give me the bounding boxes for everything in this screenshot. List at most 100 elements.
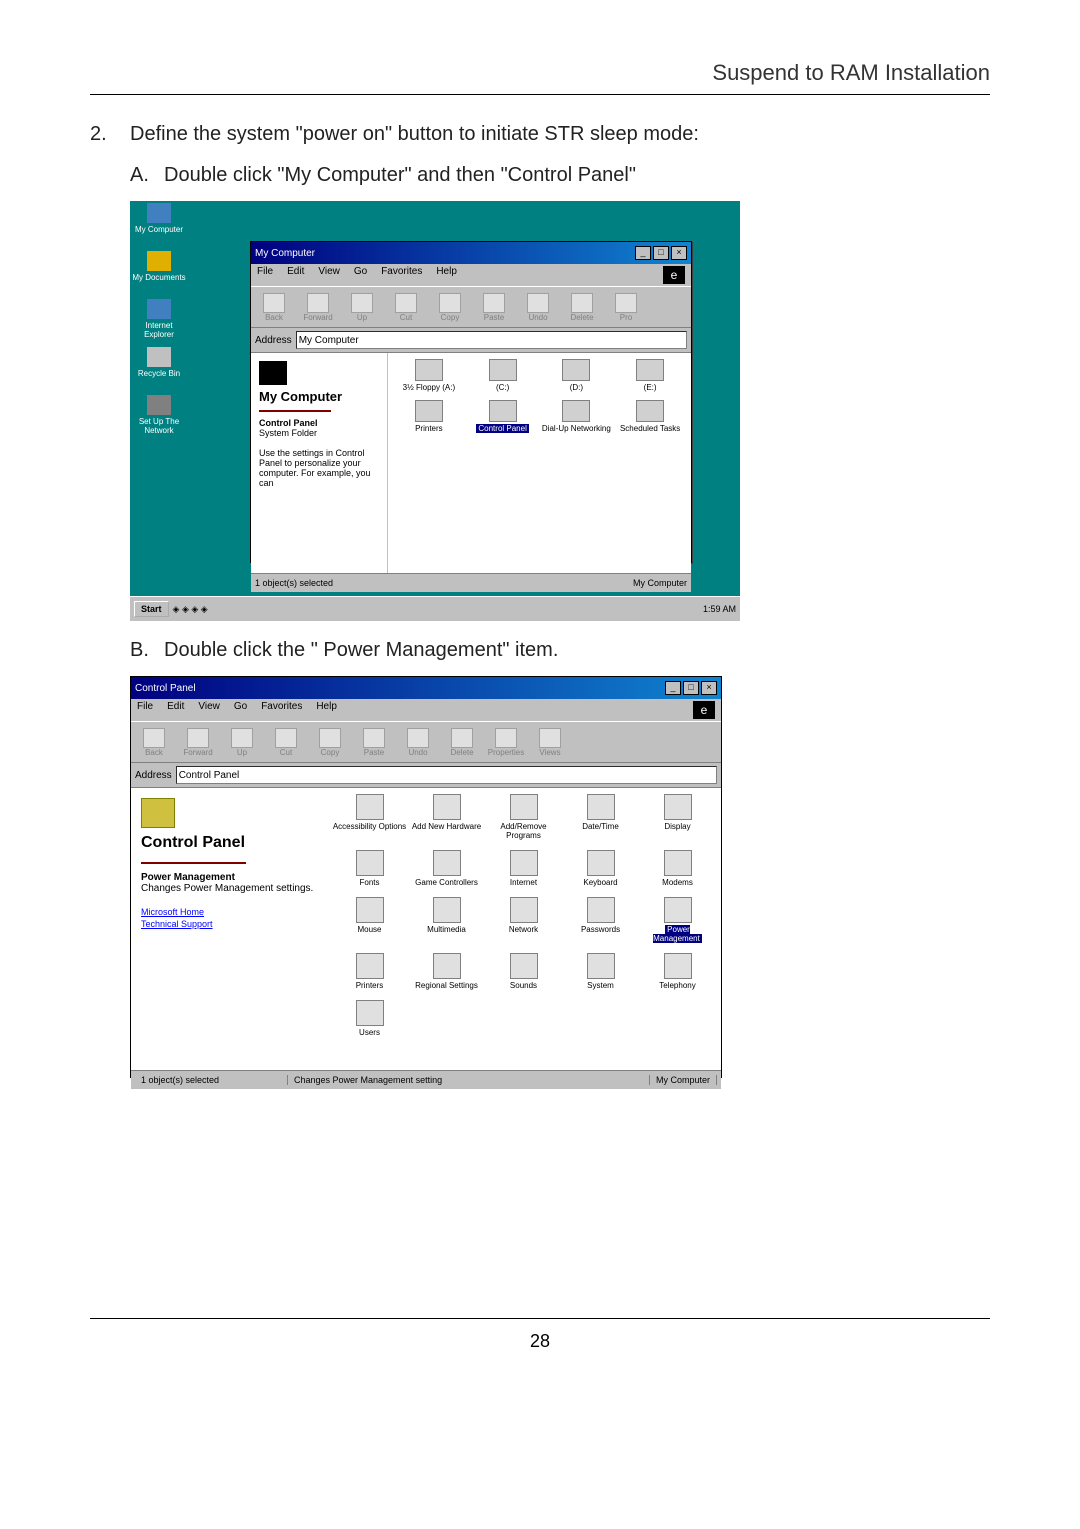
desktop-icon[interactable]: Set Up The Network: [132, 395, 186, 435]
toolbar-button[interactable]: Paste: [475, 293, 513, 322]
minimize-button[interactable]: _: [635, 246, 651, 260]
folder-item[interactable]: Dial-Up Networking: [542, 400, 612, 433]
toolbar-button[interactable]: Up: [223, 728, 261, 757]
close-button[interactable]: ×: [701, 681, 717, 695]
menu-item[interactable]: Favorites: [261, 701, 302, 719]
minimize-button[interactable]: _: [665, 681, 681, 695]
control-panel-icon: [141, 798, 175, 828]
ms-home-link[interactable]: Microsoft Home: [141, 907, 316, 917]
control-panel-item[interactable]: Fonts: [332, 850, 407, 887]
toolbar-button[interactable]: Back: [255, 293, 293, 322]
folder-item[interactable]: Control Panel: [468, 400, 538, 433]
desktop-icon[interactable]: My Computer: [132, 203, 186, 234]
header-rule: [90, 94, 990, 95]
control-panel-item[interactable]: Printers: [332, 953, 407, 990]
control-panel-item[interactable]: Accessibility Options: [332, 794, 407, 840]
left-pane: Control Panel Power Management Changes P…: [131, 788, 326, 1070]
control-panel-item[interactable]: Display: [640, 794, 715, 840]
control-panel-item[interactable]: Network: [486, 897, 561, 943]
page-number: 28: [90, 1331, 990, 1352]
menu-item[interactable]: Edit: [167, 701, 184, 719]
toolbar-button[interactable]: Delete: [563, 293, 601, 322]
desktop-icon[interactable]: Recycle Bin: [132, 347, 186, 378]
substep-a: A. Double click "My Computer" and then "…: [130, 164, 990, 187]
control-panel-item[interactable]: Regional Settings: [409, 953, 484, 990]
toolbar-button[interactable]: Views: [531, 728, 569, 757]
left-sub1: Control Panel: [259, 418, 379, 428]
menu-item[interactable]: Edit: [287, 266, 304, 284]
control-panel-item[interactable]: Add/Remove Programs: [486, 794, 561, 840]
menu-item[interactable]: Help: [436, 266, 457, 284]
control-panel-item[interactable]: Internet: [486, 850, 561, 887]
desktop-icon[interactable]: My Documents: [132, 251, 186, 282]
left-heading: Control Panel: [141, 834, 316, 852]
address-label: Address: [255, 335, 292, 346]
window-title: My Computer: [255, 248, 315, 259]
menu-item[interactable]: Help: [316, 701, 337, 719]
tech-support-link[interactable]: Technical Support: [141, 919, 316, 929]
folder-item[interactable]: 3½ Floppy (A:): [394, 359, 464, 392]
menu-item[interactable]: File: [137, 701, 153, 719]
control-panel-item[interactable]: Sounds: [486, 953, 561, 990]
toolbar: BackForwardUpCutCopyPasteUndoDeletePro: [251, 286, 691, 328]
toolbar-button[interactable]: Copy: [311, 728, 349, 757]
menu-item[interactable]: Favorites: [381, 266, 422, 284]
address-bar: Address: [251, 328, 691, 353]
toolbar-button[interactable]: Properties: [487, 728, 525, 757]
icon-grid: Accessibility OptionsAdd New HardwareAdd…: [332, 794, 715, 1037]
toolbar-button[interactable]: Cut: [267, 728, 305, 757]
desktop-screenshot: My Computer My Documents Internet Explorer…: [130, 201, 740, 621]
address-input[interactable]: [176, 766, 717, 784]
toolbar-button[interactable]: Undo: [399, 728, 437, 757]
control-panel-item[interactable]: Passwords: [563, 897, 638, 943]
my-computer-window: My Computer _ □ × File Edit View Go Favorite…: [250, 241, 692, 563]
folder-item[interactable]: (E:): [615, 359, 685, 392]
start-button[interactable]: Start: [134, 601, 169, 617]
step-2: 2. Define the system "power on" button t…: [90, 123, 990, 146]
toolbar-button[interactable]: Pro: [607, 293, 645, 322]
toolbar-button[interactable]: Up: [343, 293, 381, 322]
control-panel-item[interactable]: System: [563, 953, 638, 990]
toolbar-button[interactable]: Delete: [443, 728, 481, 757]
menu-item[interactable]: Go: [354, 266, 367, 284]
control-panel-item[interactable]: Multimedia: [409, 897, 484, 943]
folder-item[interactable]: (D:): [542, 359, 612, 392]
throbber-icon: e: [693, 701, 715, 719]
folder-item[interactable]: Printers: [394, 400, 464, 433]
address-input[interactable]: [296, 331, 687, 349]
control-panel-item[interactable]: Modems: [640, 850, 715, 887]
toolbar-button[interactable]: Undo: [519, 293, 557, 322]
control-panel-item[interactable]: Keyboard: [563, 850, 638, 887]
step-text: Define the system "power on" button to i…: [130, 123, 699, 146]
substep-text: Double click "My Computer" and then "Con…: [164, 164, 636, 187]
toolbar-button[interactable]: Copy: [431, 293, 469, 322]
control-panel-item[interactable]: Add New Hardware: [409, 794, 484, 840]
folder-item[interactable]: Scheduled Tasks: [615, 400, 685, 433]
control-panel-item[interactable]: Date/Time: [563, 794, 638, 840]
control-panel-item[interactable]: Users: [332, 1000, 407, 1037]
left-desc: Use the settings in Control Panel to per…: [259, 448, 379, 488]
control-panel-item[interactable]: Power Management: [640, 897, 715, 943]
control-panel-item[interactable]: Telephony: [640, 953, 715, 990]
menu-item[interactable]: File: [257, 266, 273, 284]
status-right: My Computer: [650, 1075, 717, 1085]
maximize-button[interactable]: □: [683, 681, 699, 695]
control-panel-item[interactable]: Game Controllers: [409, 850, 484, 887]
menu-item[interactable]: View: [198, 701, 220, 719]
toolbar-button[interactable]: Forward: [299, 293, 337, 322]
tray-time: 1:59 AM: [703, 604, 736, 614]
toolbar-button[interactable]: Paste: [355, 728, 393, 757]
toolbar-button[interactable]: Back: [135, 728, 173, 757]
quick-launch[interactable]: ◈ ◈ ◈ ◈: [173, 604, 208, 615]
control-panel-item[interactable]: Mouse: [332, 897, 407, 943]
folder-item[interactable]: (C:): [468, 359, 538, 392]
menu-item[interactable]: Go: [234, 701, 247, 719]
toolbar-button[interactable]: Cut: [387, 293, 425, 322]
close-button[interactable]: ×: [671, 246, 687, 260]
menu-item[interactable]: View: [318, 266, 340, 284]
footer-rule: [90, 1318, 990, 1319]
maximize-button[interactable]: □: [653, 246, 669, 260]
substep-letter: B.: [130, 639, 164, 662]
toolbar-button[interactable]: Forward: [179, 728, 217, 757]
desktop-icon[interactable]: Internet Explorer: [132, 299, 186, 339]
